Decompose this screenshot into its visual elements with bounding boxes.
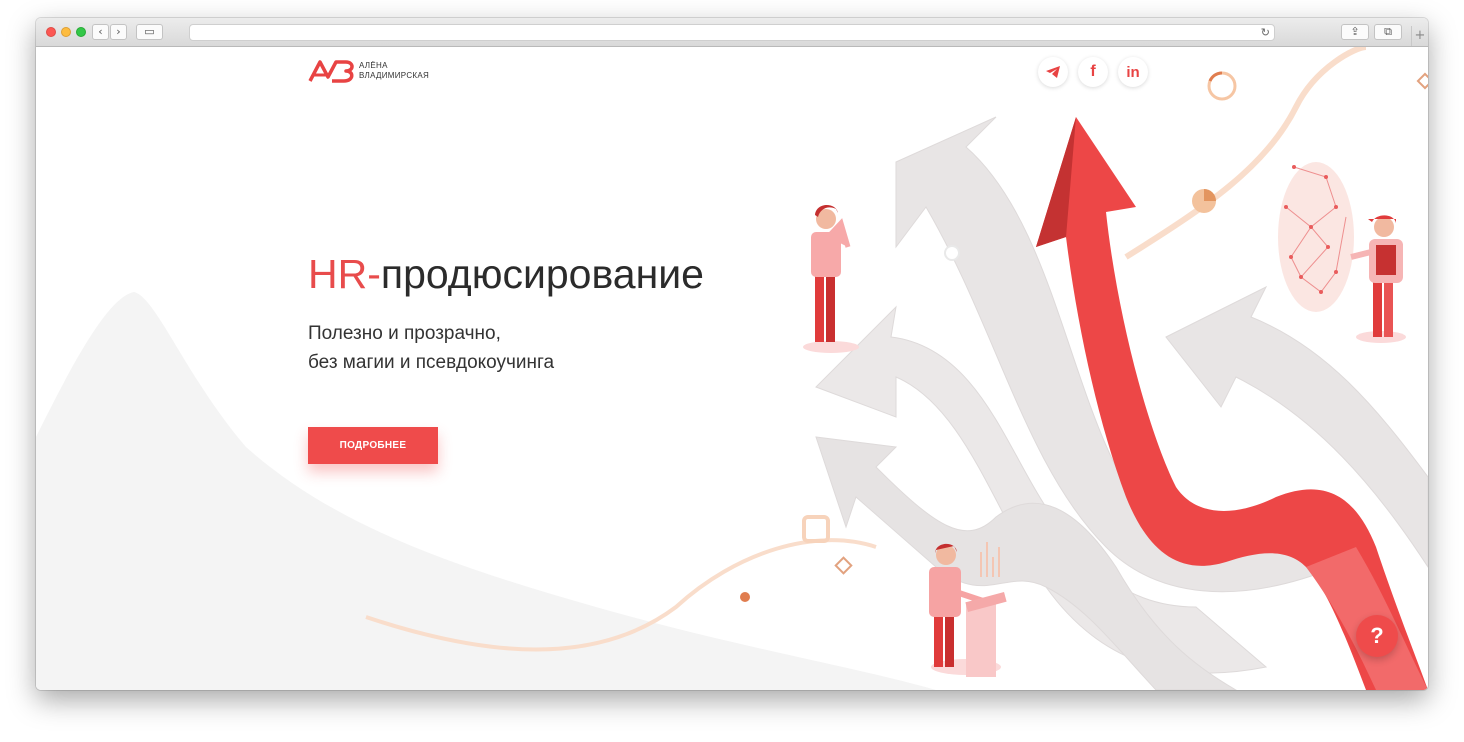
- address-bar[interactable]: ↻: [189, 24, 1275, 41]
- more-details-button[interactable]: ПОДРОБНЕЕ: [308, 427, 438, 464]
- web-page: АЛЁНА ВЛАДИМИРСКАЯ f in HR-продюсировани…: [36, 47, 1428, 690]
- share-button[interactable]: ⇪: [1341, 24, 1369, 40]
- facebook-link[interactable]: f: [1078, 57, 1108, 87]
- title-rest: продюсирование: [380, 251, 704, 297]
- close-window-button[interactable]: [46, 27, 56, 37]
- hero-illustration: [36, 47, 1428, 690]
- logo-text: АЛЁНА ВЛАДИМИРСКАЯ: [359, 61, 429, 81]
- title-accent: HR-: [308, 251, 381, 297]
- linkedin-icon: in: [1126, 63, 1140, 81]
- new-tab-button[interactable]: +: [1411, 26, 1428, 46]
- sidebar-toggle-button[interactable]: ▭: [136, 24, 163, 40]
- linkedin-link[interactable]: in: [1118, 57, 1148, 87]
- help-button[interactable]: ?: [1356, 615, 1398, 657]
- browser-toolbar: ‹ › ▭ ↻ ⇪ ⧉ +: [36, 18, 1428, 47]
- show-tabs-button[interactable]: ⧉: [1374, 24, 1402, 40]
- logo-monogram-icon: [308, 60, 354, 83]
- back-button[interactable]: ‹: [92, 24, 109, 40]
- telegram-icon: [1046, 66, 1060, 78]
- minimize-window-button[interactable]: [61, 27, 71, 37]
- maximize-window-button[interactable]: [76, 27, 86, 37]
- reload-icon[interactable]: ↻: [1261, 25, 1270, 40]
- page-title: HR-продюсирование: [308, 251, 704, 298]
- forward-button[interactable]: ›: [110, 24, 127, 40]
- facebook-icon: f: [1090, 63, 1096, 80]
- subtitle-line-1: Полезно и прозрачно,: [308, 323, 501, 344]
- site-logo[interactable]: АЛЁНА ВЛАДИМИРСКАЯ: [308, 59, 429, 83]
- telegram-link[interactable]: [1038, 57, 1068, 87]
- logo-last-name: ВЛАДИМИРСКАЯ: [359, 71, 430, 80]
- subtitle-line-2: без магии и псевдокоучинга: [308, 352, 555, 373]
- hero-subtitle: Полезно и прозрачно, без магии и псевдок…: [308, 319, 554, 377]
- browser-window: ‹ › ▭ ↻ ⇪ ⧉ + АЛЁНА ВЛАДИМИРСКАЯ f in HR…: [36, 18, 1428, 690]
- logo-first-name: АЛЁНА: [359, 61, 388, 70]
